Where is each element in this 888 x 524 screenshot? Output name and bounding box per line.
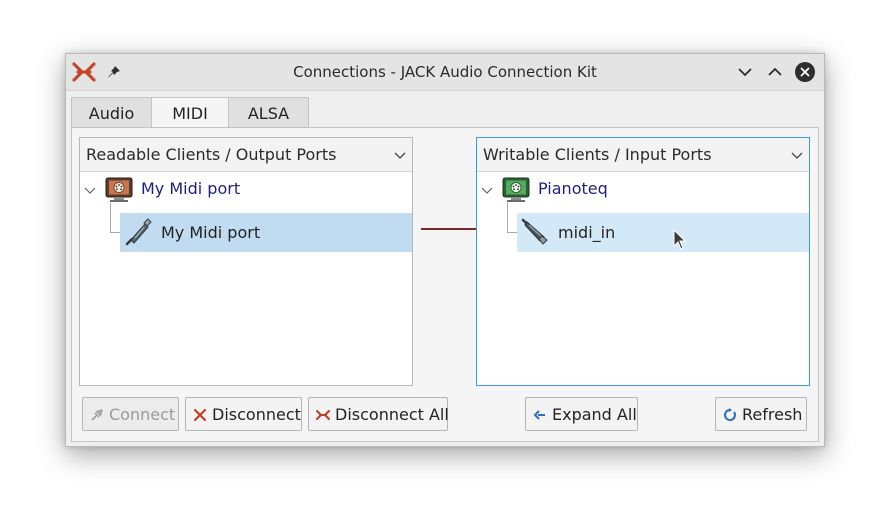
connection-line[interactable] [421,228,477,230]
writable-panel-header[interactable]: Writable Clients / Input Ports [477,138,809,172]
readable-client-label: My Midi port [141,179,241,198]
writable-clients-panel[interactable]: Writable Clients / Input Ports Pianoteq … [476,137,810,386]
writable-port-item[interactable]: midi_in [517,213,809,252]
window-title: Connections - JACK Audio Connection Kit [293,63,597,81]
title-bar[interactable]: Connections - JACK Audio Connection Kit [66,54,824,91]
maximize-button[interactable] [764,61,786,83]
readable-clients-panel[interactable]: Readable Clients / Output Ports My Midi … [79,137,413,386]
mouse-cursor-icon [673,229,687,250]
close-button[interactable] [794,61,816,83]
tab-audio[interactable]: Audio [71,97,152,129]
readable-port-item[interactable]: My Midi port [120,213,412,252]
writable-client-item[interactable]: Pianoteq [477,174,809,204]
expand-all-button[interactable]: Expand All [525,397,638,431]
writable-port-label: midi_in [558,223,616,242]
midi-client-icon [105,177,133,202]
midi-socket-icon [521,218,548,245]
tab-midi[interactable]: MIDI [151,97,229,131]
refresh-button-label: Refresh [742,405,803,424]
expand-all-icon [533,410,545,420]
expand-all-button-label: Expand All [552,405,637,424]
writable-panel-header-label: Writable Clients / Input Ports [483,145,712,164]
midi-tab-pane: Readable Clients / Output Ports My Midi … [71,127,819,442]
connect-icon [91,409,103,421]
minimize-button[interactable] [734,61,756,83]
readable-panel-header[interactable]: Readable Clients / Output Ports [80,138,412,172]
disconnect-button[interactable]: Disconnect [185,397,302,431]
disconnect-all-icon [316,410,330,420]
tab-alsa[interactable]: ALSA [228,97,309,129]
midi-client-icon [502,177,530,202]
readable-client-item[interactable]: My Midi port [80,174,412,204]
connections-canvas [411,137,477,386]
readable-panel-header-label: Readable Clients / Output Ports [86,145,337,164]
disconnect-icon [193,408,207,422]
chevron-down-icon[interactable] [481,184,493,196]
disconnect-all-button-label: Disconnect All [335,405,449,424]
writable-client-label: Pianoteq [538,179,608,198]
chevron-down-icon[interactable] [84,184,96,196]
midi-plug-icon [125,218,152,246]
connect-button-label: Connect [109,405,176,424]
refresh-icon [724,408,736,421]
connections-window: Connections - JACK Audio Connection Kit … [65,53,825,447]
disconnect-button-label: Disconnect [212,405,301,424]
chevron-down-icon[interactable] [791,149,803,161]
refresh-button[interactable]: Refresh [715,397,807,431]
readable-port-label: My Midi port [161,223,261,242]
connect-button[interactable]: Connect [82,397,179,431]
chevron-down-icon[interactable] [394,149,406,161]
disconnect-all-button[interactable]: Disconnect All [308,397,449,431]
